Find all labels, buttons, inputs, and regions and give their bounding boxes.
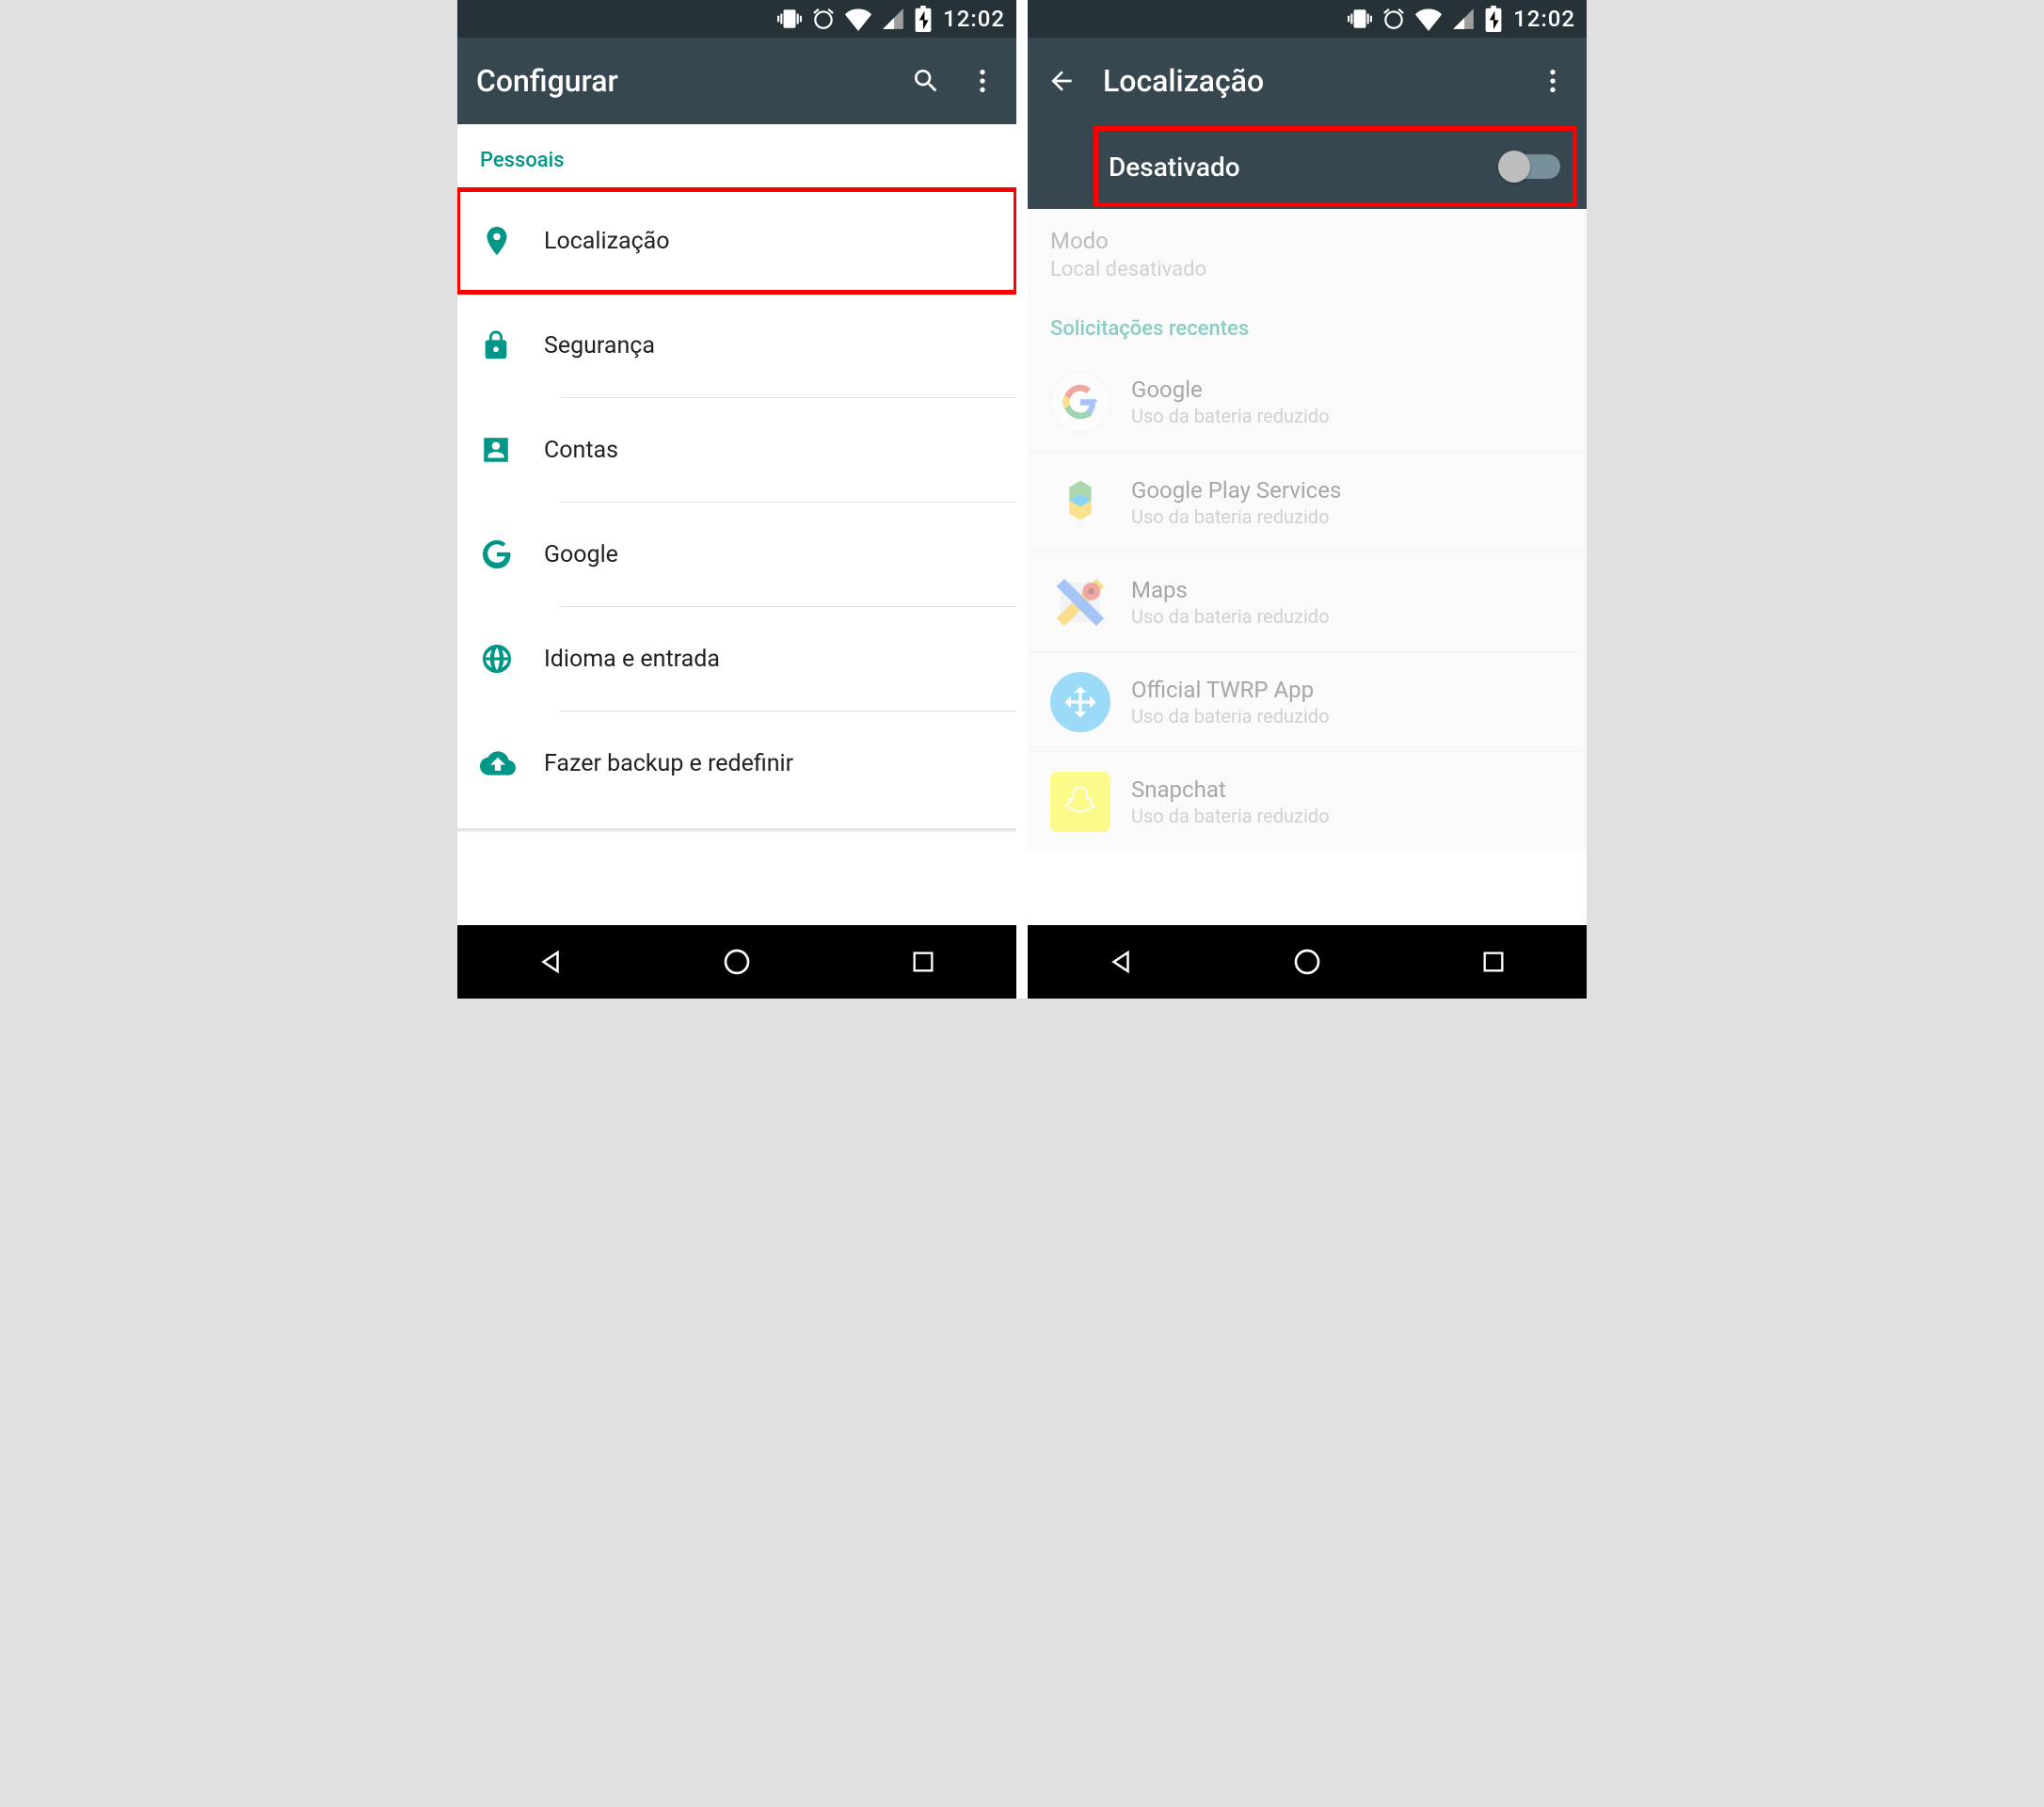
recents-nav-button[interactable] [903,942,943,982]
app-row-maps[interactable]: Maps Uso da bateria reduzido [1028,552,1587,651]
google-app-icon [1050,372,1110,432]
settings-row-label: Fazer backup e redefinir [544,750,793,777]
vibrate-icon [777,7,802,31]
back-nav-button[interactable] [1101,942,1141,982]
alarm-icon [811,7,836,31]
overflow-menu-button[interactable] [1538,66,1568,96]
search-button[interactable] [911,66,941,96]
navigation-bar [457,925,1016,999]
app-battery: Uso da bateria reduzido [1131,505,1341,528]
app-battery: Uso da bateria reduzido [1131,705,1330,728]
battery-charging-icon [915,6,932,32]
status-time: 12:02 [1513,6,1575,32]
snapchat-icon [1050,772,1110,832]
recents-nav-button[interactable] [1474,942,1513,982]
phone-left: 12:02 Configurar Pessoais Localização [457,0,1016,999]
back-button[interactable] [1046,66,1077,96]
home-nav-button[interactable] [717,942,757,982]
app-name: Maps [1131,577,1330,603]
battery-charging-icon [1485,6,1502,32]
lock-icon [480,329,544,361]
cloud-upload-icon [480,745,544,781]
app-name: Snapchat [1131,776,1330,803]
location-toggle-switch[interactable] [1502,154,1560,179]
settings-row-label: Google [544,541,618,568]
settings-row-label: Contas [544,437,618,464]
location-icon [480,224,544,258]
app-row-play-services[interactable]: Google Play Services Uso da bateria redu… [1028,452,1587,552]
app-name: Official TWRP App [1131,677,1330,703]
play-services-icon [1050,472,1110,533]
maps-icon [1050,572,1110,632]
signal-icon [881,7,905,31]
status-time: 12:02 [943,6,1005,32]
status-bar: 12:02 [457,0,1016,38]
settings-row-label: Segurança [544,332,655,360]
wifi-icon [1415,6,1442,32]
settings-row-security[interactable]: Segurança [457,294,1016,397]
app-row-google[interactable]: Google Uso da bateria reduzido [1028,352,1587,452]
overflow-menu-button[interactable] [967,66,998,96]
settings-row-label: Idioma e entrada [544,646,720,673]
settings-row-backup[interactable]: Fazer backup e redefinir [457,712,1016,815]
alarm-icon [1381,7,1406,31]
settings-row-language[interactable]: Idioma e entrada [457,607,1016,711]
back-nav-button[interactable] [531,942,570,982]
settings-row-location[interactable]: Localização [457,189,1016,293]
app-battery: Uso da bateria reduzido [1131,405,1330,427]
google-icon [480,537,544,571]
app-battery: Uso da bateria reduzido [1131,805,1330,827]
settings-row-google[interactable]: Google [457,503,1016,606]
signal-icon [1451,7,1476,31]
globe-icon [480,642,544,676]
app-name: Google [1131,376,1330,403]
app-bar: Localização [1028,38,1587,124]
mode-subtitle: Local desativado [1050,258,1564,281]
app-bar: Configurar [457,38,1016,124]
navigation-bar [1028,925,1587,999]
home-nav-button[interactable] [1287,942,1327,982]
section-header-personal: Pessoais [457,124,1016,189]
wifi-icon [845,6,871,32]
status-bar: 12:02 [1028,0,1587,38]
twrp-icon [1050,672,1110,732]
settings-row-label: Localização [544,228,670,255]
app-name: Google Play Services [1131,477,1341,504]
app-bar-title: Configurar [476,63,911,99]
app-row-snapchat[interactable]: Snapchat Uso da bateria reduzido [1028,751,1587,851]
location-toggle-bar: Desativado [1028,124,1587,209]
app-row-twrp[interactable]: Official TWRP App Uso da bateria reduzid… [1028,651,1587,751]
mode-title: Modo [1050,228,1564,254]
phone-right: 12:02 Localização Desativado Modo Local … [1028,0,1587,999]
vibrate-icon [1348,7,1372,31]
app-battery: Uso da bateria reduzido [1131,605,1330,628]
recent-requests-header: Solicitações recentes [1028,306,1587,352]
settings-row-accounts[interactable]: Contas [457,398,1016,502]
app-bar-title: Localização [1103,63,1538,99]
account-icon [480,434,544,466]
mode-row[interactable]: Modo Local desativado [1028,209,1587,306]
